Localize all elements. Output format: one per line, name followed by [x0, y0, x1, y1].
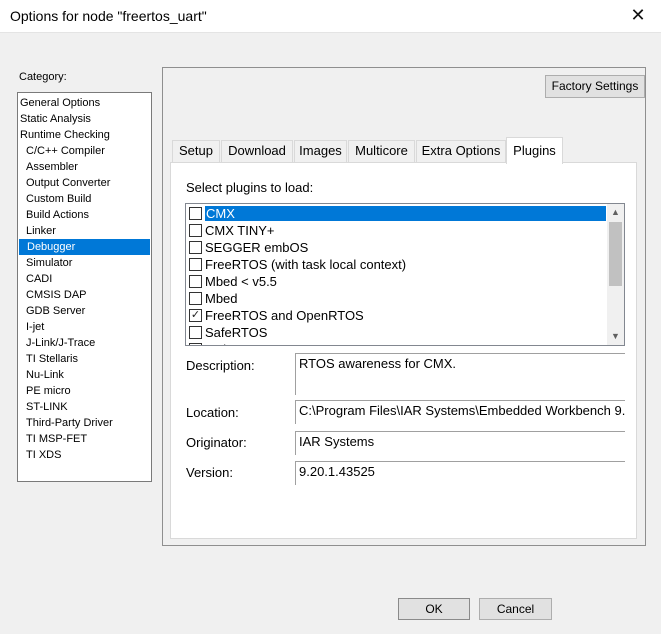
category-item[interactable]: Assembler: [26, 159, 78, 175]
category-item[interactable]: TI XDS: [26, 447, 61, 463]
plugin-checkbox[interactable]: [189, 343, 202, 345]
category-item[interactable]: Output Converter: [26, 175, 110, 191]
plugin-checkbox[interactable]: [189, 207, 202, 220]
category-item[interactable]: I-jet: [26, 319, 44, 335]
plugin-item[interactable]: uC/OS: [188, 341, 606, 345]
plugin-name: SEGGER embOS: [205, 240, 309, 255]
select-plugins-label: Select plugins to load:: [186, 180, 314, 195]
category-item[interactable]: Nu-Link: [26, 367, 64, 383]
category-item[interactable]: Static Analysis: [20, 111, 91, 127]
category-item[interactable]: TI Stellaris: [26, 351, 78, 367]
close-icon[interactable]: ✕: [615, 0, 661, 32]
plugin-checkbox[interactable]: [189, 292, 202, 305]
category-item[interactable]: General Options: [20, 95, 100, 111]
category-item[interactable]: GDB Server: [26, 303, 85, 319]
plugin-checkbox[interactable]: [189, 275, 202, 288]
description-label: Description:: [186, 358, 255, 373]
category-label: Category:: [19, 71, 67, 83]
plugin-item[interactable]: FreeRTOS (with task local context): [188, 256, 606, 273]
tab-multicore[interactable]: Multicore: [348, 140, 415, 162]
plugin-name: FreeRTOS and OpenRTOS: [205, 308, 364, 323]
category-item[interactable]: Build Actions: [26, 207, 89, 223]
tab-download[interactable]: Download: [221, 140, 293, 162]
plugin-name: SafeRTOS: [205, 325, 268, 340]
plugin-item[interactable]: Mbed: [188, 290, 606, 307]
plugin-name: CMX: [205, 206, 606, 221]
plugin-checkbox[interactable]: [189, 224, 202, 237]
plugin-checkbox[interactable]: [189, 258, 202, 271]
version-label: Version:: [186, 465, 233, 480]
scrollbar-thumb[interactable]: [609, 222, 622, 286]
plugin-item[interactable]: SEGGER embOS: [188, 239, 606, 256]
tab-plugins[interactable]: Plugins: [506, 137, 563, 164]
category-item[interactable]: PE micro: [26, 383, 71, 399]
plugin-name: uC/OS: [205, 342, 244, 345]
version-field: 9.20.1.43525: [295, 461, 625, 485]
category-item[interactable]: CMSIS DAP: [26, 287, 87, 303]
plugin-list-scrollbar[interactable]: ▲ ▼: [607, 204, 624, 345]
originator-field: IAR Systems: [295, 431, 625, 455]
scroll-up-icon[interactable]: ▲: [607, 204, 624, 221]
plugin-item[interactable]: Mbed < v5.5: [188, 273, 606, 290]
ok-button[interactable]: OK: [398, 598, 470, 620]
originator-label: Originator:: [186, 435, 247, 450]
plugin-name: CMX TINY+: [205, 223, 275, 238]
category-item[interactable]: Simulator: [26, 255, 72, 271]
title-bar: Options for node "freertos_uart" ✕: [0, 0, 661, 32]
tab-extra-options[interactable]: Extra Options: [416, 140, 506, 162]
category-item[interactable]: C/C++ Compiler: [26, 143, 105, 159]
cancel-button[interactable]: Cancel: [479, 598, 552, 620]
location-field: C:\Program Files\IAR Systems\Embedded Wo…: [295, 400, 625, 424]
category-item[interactable]: CADI: [26, 271, 52, 287]
category-item[interactable]: TI MSP-FET: [26, 431, 87, 447]
category-item[interactable]: Linker: [26, 223, 56, 239]
category-item[interactable]: ST-LINK: [26, 399, 68, 415]
plugin-name: FreeRTOS (with task local context): [205, 257, 407, 272]
category-item[interactable]: J-Link/J-Trace: [26, 335, 95, 351]
plugin-item[interactable]: CMX TINY+: [188, 222, 606, 239]
plugin-checkbox[interactable]: ✓: [189, 309, 202, 322]
plugin-item[interactable]: ✓ FreeRTOS and OpenRTOS: [188, 307, 606, 324]
options-dialog: Category: General Options Static Analysis…: [0, 32, 661, 634]
plugin-item[interactable]: CMX: [188, 205, 606, 222]
tab-setup[interactable]: Setup: [172, 140, 220, 162]
category-item[interactable]: Debugger: [19, 239, 150, 255]
plugin-list[interactable]: CMX CMX TINY+ SEGGER embOS FreeRTOS (with t…: [185, 203, 625, 346]
factory-settings-button[interactable]: Factory Settings: [545, 75, 645, 98]
window-title: Options for node "freertos_uart": [10, 8, 207, 24]
category-item[interactable]: Custom Build: [26, 191, 91, 207]
plugin-checkbox[interactable]: [189, 326, 202, 339]
category-list[interactable]: General Options Static Analysis Runtime Ch…: [17, 92, 152, 482]
plugin-checkbox[interactable]: [189, 241, 202, 254]
tab-images[interactable]: Images: [294, 140, 347, 162]
scroll-down-icon[interactable]: ▼: [607, 328, 624, 345]
category-item[interactable]: Third-Party Driver: [26, 415, 113, 431]
description-field: RTOS awareness for CMX.: [295, 353, 625, 395]
category-item[interactable]: Runtime Checking: [20, 127, 110, 143]
location-label: Location:: [186, 405, 239, 420]
plugin-name: Mbed < v5.5: [205, 274, 277, 289]
plugin-name: Mbed: [205, 291, 238, 306]
plugin-item[interactable]: SafeRTOS: [188, 324, 606, 341]
